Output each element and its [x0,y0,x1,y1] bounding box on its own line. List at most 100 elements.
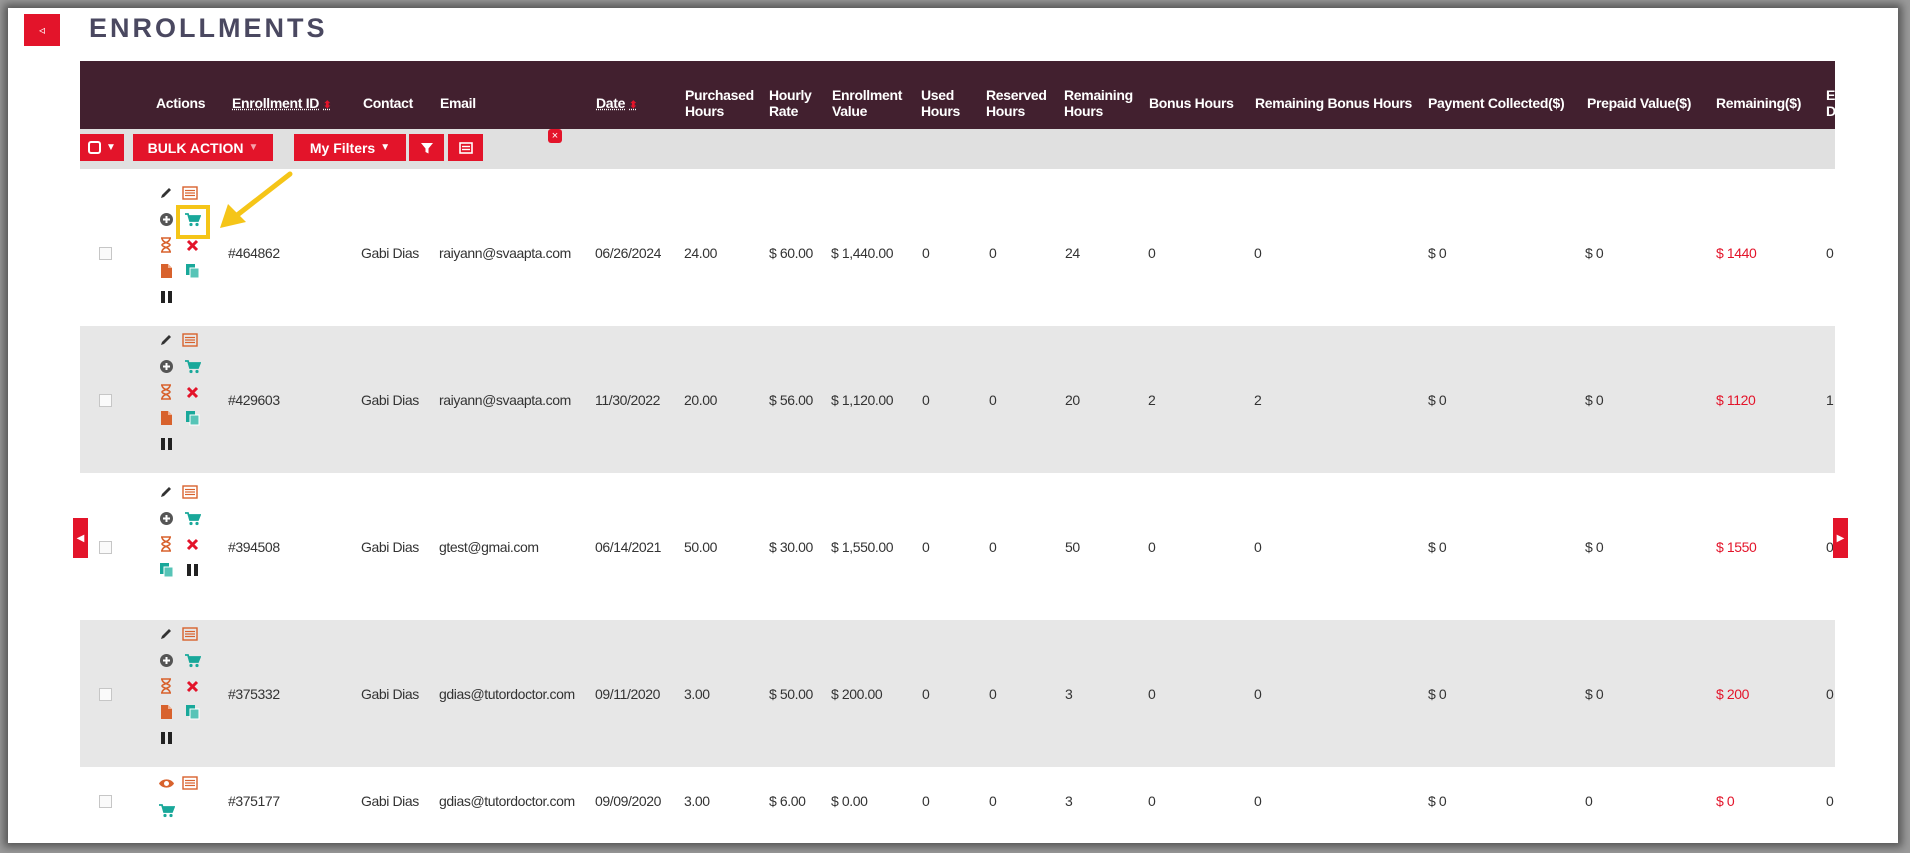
pencil-icon[interactable] [157,331,175,349]
column-header-id[interactable]: Enrollment ID ⬍ [232,95,332,114]
pause-icon[interactable] [157,288,175,306]
column-header-rate: Hourly Rate [769,87,812,119]
cell-used: 0 [922,245,930,261]
column-header-extra: ED [1826,87,1836,119]
plus-circle-icon[interactable] [157,509,175,527]
cart-icon[interactable] [183,357,201,375]
delete-x-icon[interactable] [183,677,201,695]
pause-icon[interactable] [157,435,175,453]
my-filters-button[interactable]: My Filters ▼ [294,134,406,161]
cart-icon[interactable] [183,651,201,669]
collapse-sidebar-button[interactable]: ◃ [24,14,60,46]
cell-remaining-hours: 50 [1065,539,1080,555]
cell-payment: $ 0 [1428,793,1447,809]
cell-extra: 1 [1826,392,1834,408]
row-checkbox[interactable] [99,795,112,808]
row-checkbox[interactable] [99,541,112,554]
table-header: Actions Enrollment ID ⬍ Contact Email Date ⬍ Pu… [80,61,1836,129]
row-checkbox[interactable] [99,688,112,701]
cell-id: #375177 [228,793,280,809]
cell-purchased: 3.00 [684,686,710,702]
column-header-line: Hours [1064,103,1103,119]
cell-reserved: 0 [989,539,997,555]
row-checkbox[interactable] [99,394,112,407]
notes-icon[interactable] [181,184,199,202]
pencil-icon[interactable] [157,184,175,202]
pause-icon[interactable] [183,561,201,579]
cart-icon[interactable] [183,509,201,527]
plus-circle-icon[interactable] [157,651,175,669]
cell-value: $ 0.00 [831,793,868,809]
document-icon[interactable] [157,262,175,280]
cell-id: #375332 [228,686,280,702]
delete-x-icon[interactable] [183,383,201,401]
cell-rate: $ 50.00 [769,686,813,702]
column-header-remaining_amt: Remaining($) [1716,95,1801,111]
close-icon[interactable]: × [548,129,562,143]
column-header-label: Enrollment ID [232,95,320,111]
scroll-right-button[interactable]: ▶ [1833,518,1848,558]
copy-icon[interactable] [183,262,201,280]
sort-arrows-icon[interactable]: ⬍ [323,100,331,111]
bulk-action-button[interactable]: BULK ACTION ▼ [133,134,273,161]
cell-rate: $ 6.00 [769,793,806,809]
column-header-line: Used [921,87,955,103]
cell-date: 09/11/2020 [595,686,661,702]
notes-icon[interactable] [181,774,199,792]
cell-reserved: 0 [989,793,997,809]
row-checkbox[interactable] [99,247,112,260]
cell-contact: Gabi Dias [361,245,419,261]
hourglass-icon[interactable] [157,535,175,553]
column-header-date[interactable]: Date ⬍ [596,95,638,114]
column-header-label: Prepaid Value($) [1587,95,1692,111]
copy-icon[interactable] [183,703,201,721]
copy-icon[interactable] [157,561,175,579]
cell-contact: Gabi Dias [361,539,419,555]
cell-prepaid: 0 [1585,793,1593,809]
cell-rate: $ 56.00 [769,392,813,408]
column-header-remaining_hours: Remaining Hours [1064,87,1133,119]
column-header-line: E [1826,87,1836,103]
notes-icon[interactable] [181,625,199,643]
copy-icon[interactable] [183,409,201,427]
column-header-bonus: Bonus Hours [1149,95,1234,111]
caret-down-icon: ▼ [248,142,259,153]
cell-remaining-bonus: 0 [1254,793,1262,809]
hourglass-icon[interactable] [157,677,175,695]
cell-remaining-bonus: 0 [1254,245,1262,261]
table-row [80,620,1835,767]
document-icon[interactable] [157,703,175,721]
column-header-used: Used Hours [921,87,960,119]
hourglass-icon[interactable] [157,236,175,254]
checkbox-square-icon [88,141,102,154]
cell-used: 0 [922,539,930,555]
cell-payment: $ 0 [1428,392,1447,408]
cell-value: $ 1,550.00 [831,539,894,555]
column-header-prepaid: Prepaid Value($) [1587,95,1691,111]
column-header-reserved: Reserved Hours [986,87,1047,119]
sort-arrows-icon[interactable]: ⬍ [629,100,637,111]
eye-icon[interactable] [157,774,175,792]
notes-icon[interactable] [181,483,199,501]
columns-button[interactable] [448,134,483,161]
cell-id: #429603 [228,392,280,408]
plus-circle-icon[interactable] [157,210,175,228]
pencil-icon[interactable] [157,483,175,501]
cart-icon[interactable] [157,801,175,819]
delete-x-icon[interactable] [183,535,201,553]
hourglass-icon[interactable] [157,383,175,401]
notes-icon[interactable] [181,331,199,349]
document-icon[interactable] [157,409,175,427]
cell-email: gdias@tutordoctor.com [439,686,575,702]
scroll-left-button[interactable]: ◀ [73,518,88,558]
table-row [80,767,1835,847]
plus-circle-icon[interactable] [157,357,175,375]
filter-button[interactable] [409,134,444,161]
pencil-icon[interactable] [157,625,175,643]
column-header-label: Payment Collected($) [1428,95,1565,111]
cell-email: gtest@gmai.com [439,539,539,555]
cell-payment: $ 0 [1428,539,1447,555]
select-all-dropdown[interactable]: ▼ [80,134,124,161]
pause-icon[interactable] [157,729,175,747]
column-header-line: Hours [986,103,1025,119]
